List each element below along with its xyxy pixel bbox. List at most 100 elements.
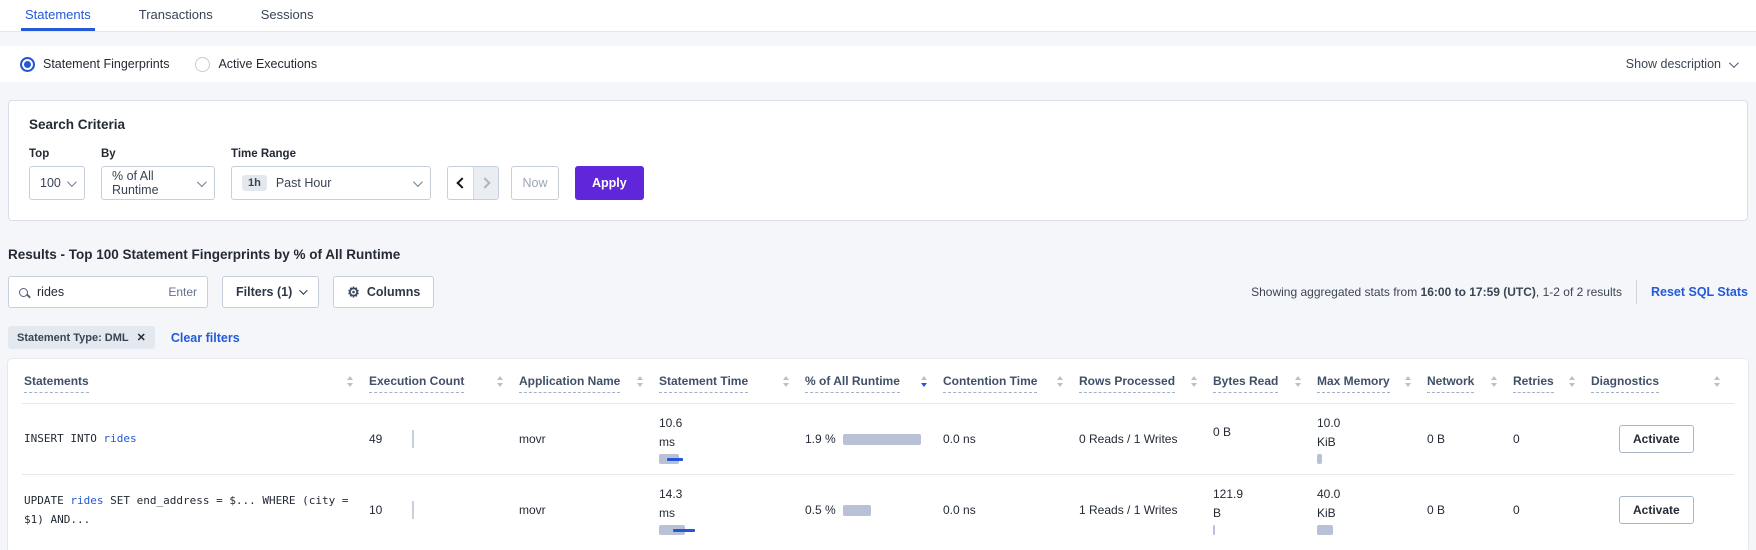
clear-filters-link[interactable]: Clear filters <box>171 331 240 345</box>
page-tab-bar: Statements Transactions Sessions <box>0 0 1756 32</box>
execution-count-cell: 10 <box>367 475 517 546</box>
statement-link[interactable]: rides <box>103 432 136 445</box>
top-label: Top <box>29 148 85 160</box>
search-input[interactable]: rides Enter <box>8 276 208 308</box>
radio-selected-icon <box>20 57 35 72</box>
bytes-read-bar <box>1213 525 1307 535</box>
active-filters-row: Statement Type: DML ✕ Clear filters <box>8 326 1748 349</box>
by-label: By <box>101 148 215 160</box>
col-header-statement-time: Statement Time <box>657 359 803 404</box>
chevron-down-icon <box>299 286 307 294</box>
sort-icon[interactable] <box>1057 376 1063 387</box>
sort-icon[interactable] <box>1569 376 1575 387</box>
table-row: UPDATE rides SET end_address = $... WHER… <box>22 475 1734 546</box>
count-bar <box>412 501 414 519</box>
by-select-value: % of All Runtime <box>112 169 197 197</box>
activate-diagnostics-button[interactable]: Activate <box>1619 425 1694 453</box>
sort-icon[interactable] <box>1405 376 1411 387</box>
tab-sessions[interactable]: Sessions <box>257 7 318 31</box>
statement-cell[interactable]: INSERT INTO rides <box>22 404 367 475</box>
filters-button-label: Filters (1) <box>236 285 292 299</box>
radio-unselected-icon <box>195 57 210 72</box>
bytes-read-cell: 0 B <box>1211 404 1315 475</box>
statements-table: Statements Execution Count Application N… <box>22 359 1734 545</box>
activate-diagnostics-button[interactable]: Activate <box>1619 496 1694 524</box>
tab-statements[interactable]: Statements <box>21 7 95 31</box>
top-select[interactable]: 100 <box>29 166 85 200</box>
sort-icon[interactable] <box>637 376 643 387</box>
col-header-retries: Retries <box>1511 359 1589 404</box>
application-name-cell: movr <box>517 475 657 546</box>
statement-time-cell: 14.3 ms <box>657 475 803 546</box>
show-description-toggle[interactable]: Show description <box>1626 57 1736 71</box>
statement-time-bar <box>659 525 795 535</box>
sort-icon[interactable] <box>1491 376 1497 387</box>
next-time-button[interactable] <box>473 167 498 199</box>
view-mode-bar: Statement Fingerprints Active Executions… <box>0 46 1756 82</box>
prev-time-button[interactable] <box>448 167 473 199</box>
col-header-max-memory: Max Memory <box>1315 359 1425 404</box>
sort-icon[interactable] <box>1191 376 1197 387</box>
sort-icon[interactable] <box>347 376 353 387</box>
search-criteria-panel: Search Criteria Top 100 By % of All Runt… <box>8 100 1748 221</box>
rows-processed-cell: 0 Reads / 1 Writes <box>1077 404 1211 475</box>
columns-button[interactable]: ⚙ Columns <box>333 276 434 308</box>
stats-time-range: 16:00 to 17:59 (UTC) <box>1421 285 1536 299</box>
time-range-select[interactable]: 1h Past Hour <box>231 166 431 200</box>
filter-chip-statement-type: Statement Type: DML ✕ <box>8 326 155 349</box>
bytes-read-bar <box>1213 445 1307 455</box>
col-header-rows-processed: Rows Processed <box>1077 359 1211 404</box>
search-criteria-title: Search Criteria <box>29 117 1727 132</box>
sort-icon-active[interactable] <box>921 376 927 387</box>
tab-transactions[interactable]: Transactions <box>135 7 217 31</box>
network-cell: 0 B <box>1425 404 1511 475</box>
search-icon <box>19 288 28 297</box>
col-header-contention-time: Contention Time <box>941 359 1077 404</box>
chevron-right-icon <box>479 177 490 188</box>
statement-cell[interactable]: UPDATE rides SET end_address = $... WHER… <box>22 475 367 546</box>
col-header-execution-count: Execution Count <box>367 359 517 404</box>
col-header-runtime-pct: % of All Runtime <box>803 359 941 404</box>
retries-cell: 0 <box>1511 404 1589 475</box>
radio-label: Active Executions <box>218 57 317 71</box>
sort-icon[interactable] <box>497 376 503 387</box>
now-button[interactable]: Now <box>511 166 559 200</box>
radio-label: Statement Fingerprints <box>43 57 169 71</box>
contention-time-cell: 0.0 ns <box>941 475 1077 546</box>
statement-link[interactable]: rides <box>70 494 103 507</box>
contention-time-cell: 0.0 ns <box>941 404 1077 475</box>
runtime-bar <box>843 434 921 445</box>
sort-icon[interactable] <box>783 376 789 387</box>
max-memory-bar <box>1317 454 1417 464</box>
search-value[interactable]: rides <box>37 285 168 299</box>
sort-icon[interactable] <box>1295 376 1301 387</box>
radio-statement-fingerprints[interactable]: Statement Fingerprints <box>20 57 169 72</box>
radio-active-executions[interactable]: Active Executions <box>195 57 317 72</box>
max-memory-cell: 40.0 KiB <box>1315 475 1425 546</box>
time-range-badge: 1h <box>242 175 267 191</box>
application-name-cell: movr <box>517 404 657 475</box>
search-enter-button[interactable]: Enter <box>168 285 197 299</box>
remove-filter-icon[interactable]: ✕ <box>137 331 146 344</box>
runtime-pct-cell: 1.9 % <box>803 404 941 475</box>
top-field: Top 100 <box>29 148 85 200</box>
time-range-field: Time Range 1h Past Hour <box>231 148 431 200</box>
table-row: INSERT INTO rides 49 movr 10.6 ms 1.9 % … <box>22 404 1734 475</box>
chevron-down-icon <box>197 177 207 187</box>
filters-button[interactable]: Filters (1) <box>222 276 319 308</box>
network-cell: 0 B <box>1425 475 1511 546</box>
by-select[interactable]: % of All Runtime <box>101 166 215 200</box>
col-header-bytes-read: Bytes Read <box>1211 359 1315 404</box>
diagnostics-cell: Activate <box>1589 475 1734 546</box>
execution-count-cell: 49 <box>367 404 517 475</box>
filter-chip-label: Statement Type: DML <box>17 332 129 344</box>
apply-button[interactable]: Apply <box>575 166 644 200</box>
rows-processed-cell: 1 Reads / 1 Writes <box>1077 475 1211 546</box>
table-header-row: Statements Execution Count Application N… <box>22 359 1734 404</box>
max-memory-cell: 10.0 KiB <box>1315 404 1425 475</box>
chevron-left-icon <box>456 177 467 188</box>
reset-sql-stats-link[interactable]: Reset SQL Stats <box>1651 285 1748 299</box>
col-header-network: Network <box>1425 359 1511 404</box>
max-memory-bar <box>1317 525 1417 535</box>
sort-icon[interactable] <box>1714 376 1720 387</box>
